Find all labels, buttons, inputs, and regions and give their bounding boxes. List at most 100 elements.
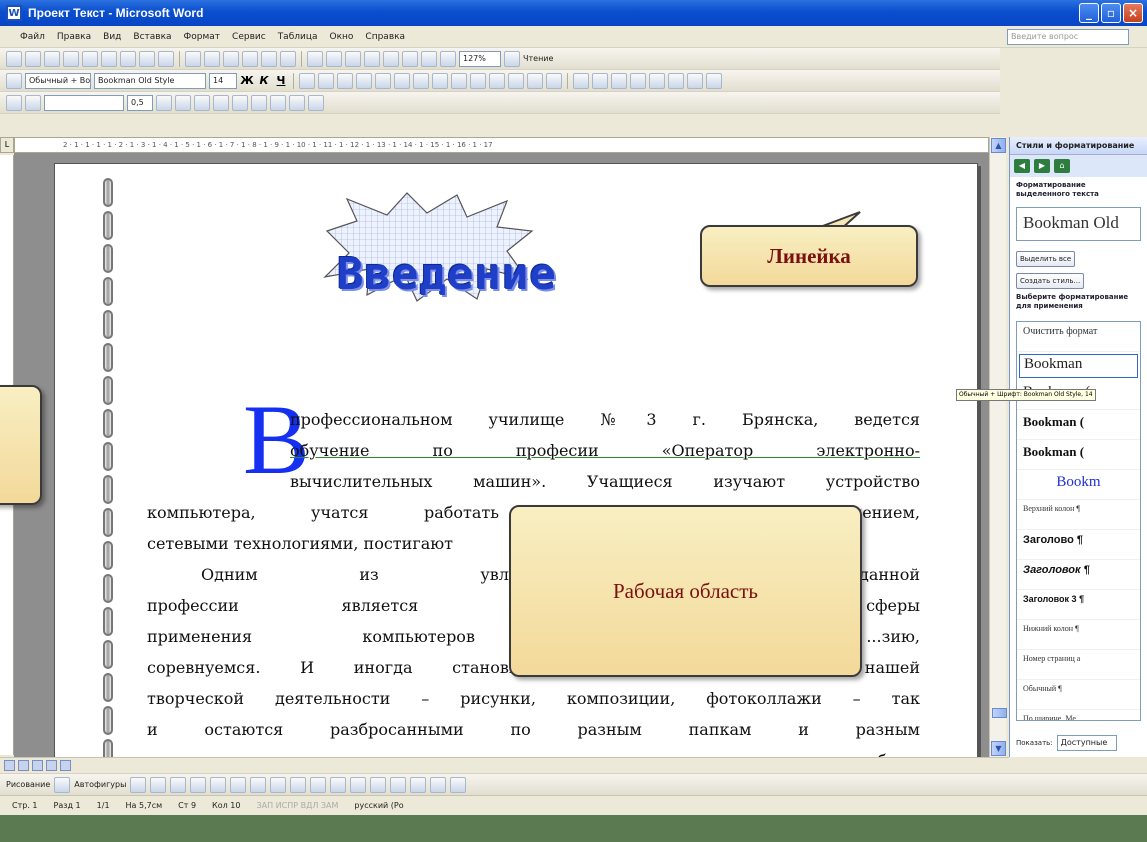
rectangle-icon[interactable] (170, 776, 187, 793)
paste-icon[interactable] (223, 50, 239, 67)
style-item[interactable]: Заголовок ¶ (1017, 560, 1140, 590)
menu-format[interactable]: Формат (184, 32, 221, 42)
permission-icon[interactable] (63, 50, 79, 67)
new-style-button[interactable]: Создать стиль... (1016, 273, 1085, 289)
style-item[interactable]: Bookm (1017, 470, 1140, 500)
autosum-icon[interactable] (706, 72, 722, 89)
shadow-icon[interactable] (430, 776, 447, 793)
table-cols-icon[interactable] (611, 72, 627, 89)
scroll-down-icon[interactable]: ▼ (991, 741, 1006, 756)
tab-selector-icon[interactable]: L (0, 137, 14, 153)
styles-pane-icon[interactable] (6, 72, 22, 89)
draw-table-icon[interactable] (6, 94, 22, 111)
bold-button[interactable]: Ж (240, 74, 254, 87)
select-all-button[interactable]: Выделить все (1016, 251, 1076, 267)
email-icon[interactable] (82, 50, 98, 67)
insert-table-icon[interactable] (345, 50, 361, 67)
print-layout-icon[interactable] (32, 760, 43, 771)
wordart-title[interactable]: Введение (337, 249, 557, 300)
format-painter-icon[interactable] (242, 50, 258, 67)
redo-icon[interactable] (280, 50, 296, 67)
task-pane-title[interactable]: Стили и форматирование (1010, 137, 1147, 155)
fill-color-icon[interactable] (310, 776, 327, 793)
minimize-button[interactable]: _ (1079, 3, 1099, 23)
shading-color-icon[interactable] (194, 94, 210, 111)
bullets-icon[interactable] (413, 72, 429, 89)
forward-arrow-icon[interactable]: ▶ (1034, 159, 1050, 173)
underline-button[interactable]: Ч (274, 74, 288, 87)
merge-icon[interactable] (232, 94, 248, 111)
menu-help[interactable]: Справка (365, 32, 405, 42)
diagram-icon[interactable] (250, 776, 267, 793)
insert-table-menu-icon[interactable] (213, 94, 229, 111)
style-item[interactable]: Обычный ¶ (1017, 680, 1140, 710)
align-center-icon[interactable] (318, 72, 334, 89)
menu-table[interactable]: Таблица (278, 32, 318, 42)
style-select[interactable]: Обычный + Boo (25, 72, 91, 89)
tables-borders-icon[interactable] (326, 50, 342, 67)
drawing-icon[interactable] (402, 50, 418, 67)
style-item[interactable]: Очистить формат (1017, 322, 1140, 352)
line-color-icon[interactable] (330, 776, 347, 793)
line-style-select[interactable] (44, 94, 124, 111)
font-select[interactable]: Bookman Old Style (94, 72, 206, 89)
print-preview-icon[interactable] (120, 50, 136, 67)
decrease-indent-icon[interactable] (432, 72, 448, 89)
merge-cells-icon[interactable] (649, 72, 665, 89)
cut-icon[interactable] (185, 50, 201, 67)
style-item[interactable]: Bookman (1019, 354, 1138, 378)
arrow-icon[interactable] (150, 776, 167, 793)
distribute-rows-icon[interactable] (687, 72, 703, 89)
subscript-icon[interactable] (546, 72, 562, 89)
menu-file[interactable]: Файл (20, 32, 45, 42)
new-document-icon[interactable] (6, 50, 22, 67)
dash-style-icon[interactable] (390, 776, 407, 793)
numbering-icon[interactable] (394, 72, 410, 89)
style-item[interactable]: Заголово ¶ (1017, 530, 1140, 560)
borders-icon[interactable] (470, 72, 486, 89)
columns-icon[interactable] (383, 50, 399, 67)
wordart-icon[interactable] (230, 776, 247, 793)
research-icon[interactable] (158, 50, 174, 67)
reading-view-icon[interactable] (60, 760, 71, 771)
superscript-icon[interactable] (527, 72, 543, 89)
align-cell-icon[interactable] (251, 94, 267, 111)
back-arrow-icon[interactable]: ◀ (1014, 159, 1030, 173)
line-spacing-icon[interactable] (375, 72, 391, 89)
read-button[interactable]: Чтение (523, 54, 553, 63)
show-hide-icon[interactable] (440, 50, 456, 67)
split-cells-icon[interactable] (668, 72, 684, 89)
paragraph-1-indented[interactable]: профессиональном училище №3 г. Брянска, … (290, 404, 920, 497)
style-item[interactable]: По ширине, Ме (1017, 710, 1140, 720)
table-rows-icon[interactable] (592, 72, 608, 89)
copy-icon[interactable] (204, 50, 220, 67)
undo-icon[interactable] (261, 50, 277, 67)
line-style-icon[interactable] (370, 776, 387, 793)
document-map-icon[interactable] (421, 50, 437, 67)
zoom-select[interactable]: 127% (459, 50, 501, 67)
oval-icon[interactable] (190, 776, 207, 793)
sort-desc-icon[interactable] (289, 94, 305, 111)
style-item[interactable]: Номер страниц a (1017, 650, 1140, 680)
scroll-up-icon[interactable]: ▲ (991, 138, 1006, 153)
hyperlink-icon[interactable] (307, 50, 323, 67)
italic-button[interactable]: К (257, 74, 271, 87)
sum-icon[interactable] (308, 94, 324, 111)
line-width-select[interactable]: 0,5 (127, 94, 153, 111)
sort-asc-icon[interactable] (270, 94, 286, 111)
table-insert-icon[interactable] (573, 72, 589, 89)
home-icon[interactable]: ⌂ (1054, 159, 1070, 173)
save-icon[interactable] (44, 50, 60, 67)
textbox-icon[interactable] (210, 776, 227, 793)
eraser-icon[interactable] (25, 94, 41, 111)
menu-edit[interactable]: Правка (57, 32, 91, 42)
align-left-icon[interactable] (299, 72, 315, 89)
highlight-icon[interactable] (489, 72, 505, 89)
show-select[interactable]: Доступные (1056, 735, 1117, 751)
clipart-icon[interactable] (270, 776, 287, 793)
outside-border-icon[interactable] (175, 94, 191, 111)
border-color-icon[interactable] (156, 94, 172, 111)
font-color-icon[interactable] (508, 72, 524, 89)
picture-icon[interactable] (290, 776, 307, 793)
autoshapes-button[interactable]: Автофигуры (74, 780, 126, 789)
